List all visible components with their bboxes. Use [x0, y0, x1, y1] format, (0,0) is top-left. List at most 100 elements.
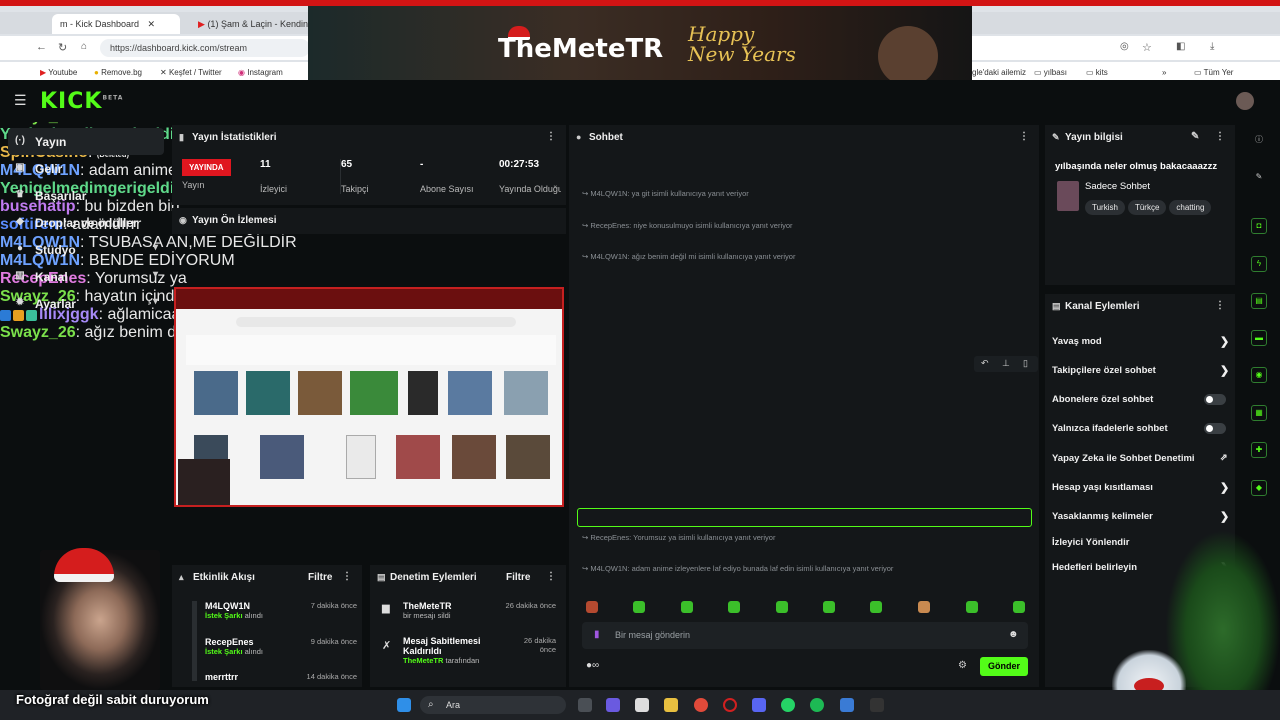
sidebar-item-kanal[interactable]: ▥ Kanal ▾	[8, 263, 164, 290]
emote-icon[interactable]	[681, 601, 693, 613]
menu-icon[interactable]: ☰	[14, 92, 27, 109]
explorer-icon[interactable]	[664, 698, 678, 712]
bots-icon[interactable]: ●∞	[586, 660, 599, 671]
url-bar[interactable]: https://dashboard.kick.com/stream	[100, 39, 310, 57]
activity-user[interactable]: RecepEnes	[205, 637, 263, 647]
bookmark-twitter[interactable]: ✕ Keşfet / Twitter	[160, 68, 222, 77]
emoji-icon[interactable]: ☻	[1008, 629, 1019, 640]
emote-icon[interactable]	[1013, 601, 1025, 613]
emote-icon[interactable]	[633, 601, 645, 613]
file-icon[interactable]	[635, 698, 649, 712]
tool-icon[interactable]: ✚	[1251, 442, 1267, 458]
bookmark-family[interactable]: gle'daki ailemiz	[972, 68, 1026, 77]
sidebar-item-droplar[interactable]: ◆ Droplar ve ödüller	[8, 209, 164, 236]
chrome-icon[interactable]	[694, 698, 708, 712]
activity-user[interactable]: M4LQW1N	[205, 601, 263, 611]
chat-input[interactable]: ▮ Bir mesaj gönderin ☻	[582, 622, 1028, 649]
whatsapp-icon[interactable]	[781, 698, 795, 712]
scrollbar[interactable]	[192, 601, 197, 681]
delete-icon[interactable]: ▯	[1023, 358, 1028, 369]
tab-youtube[interactable]: ▶ (1) Şam & Laçin - Kendine İyi	[190, 14, 310, 34]
sidebar-item-studyo[interactable]: ● Stüdyo ▾	[8, 236, 164, 263]
more-icon[interactable]: ⋮	[546, 571, 556, 582]
emote-icon[interactable]	[728, 601, 740, 613]
more-icon[interactable]: ⋮	[546, 131, 556, 142]
info-icon[interactable]: ⓘ	[1251, 133, 1267, 149]
emote-icon[interactable]	[870, 601, 882, 613]
edit-icon[interactable]: ✎	[1191, 131, 1199, 142]
collapse-icon[interactable]: ▴	[179, 572, 184, 583]
action-followers-only[interactable]: Takipçilere özel sohbet ❯	[1052, 365, 1229, 377]
action-raid[interactable]: İzleyici Yönlendir	[1052, 537, 1129, 548]
send-button[interactable]: Gönder	[980, 657, 1028, 676]
store-icon[interactable]	[840, 698, 854, 712]
tag-chip[interactable]: chatting	[1169, 200, 1212, 215]
action-slow-mode[interactable]: Yavaş mod ❯	[1052, 336, 1229, 348]
sidebar-item-yayin[interactable]: (·) Yayın	[8, 128, 164, 155]
pencil-icon[interactable]: ✎	[1251, 170, 1267, 186]
lightning-icon[interactable]: ϟ	[1251, 256, 1267, 272]
activity-user[interactable]: merrttrr	[205, 672, 238, 682]
reload-icon[interactable]: ↻	[58, 41, 67, 54]
layers-icon[interactable]: ▦	[1251, 405, 1267, 421]
tag-chip[interactable]: Türkçe	[1127, 200, 1167, 215]
subscribers-only-toggle[interactable]	[1204, 394, 1226, 405]
downloads-icon[interactable]: ⤓	[1210, 41, 1214, 52]
more-icon[interactable]: ⋮	[1215, 300, 1225, 311]
action-goals[interactable]: Hedefleri belirleyin❯	[1052, 562, 1229, 574]
bookmark-removebg[interactable]: ● Remove.bg	[94, 68, 142, 77]
filter-button[interactable]: Filtre	[506, 572, 530, 583]
kick-logo[interactable]: KICKBETA	[40, 89, 123, 114]
back-icon[interactable]: ←	[36, 41, 47, 53]
windows-start-icon[interactable]	[397, 698, 411, 712]
home-icon[interactable]: ⌂	[81, 41, 87, 52]
extensions-icon[interactable]: ◧	[1176, 41, 1185, 52]
close-icon[interactable]: ✕	[148, 19, 156, 29]
task-view-icon[interactable]	[578, 698, 592, 712]
bookmark-youtube[interactable]: ▶ Youtube	[40, 68, 77, 77]
stream-preview-video[interactable]	[174, 287, 564, 507]
eye-off-icon[interactable]: ◎	[1120, 41, 1129, 52]
gear-icon[interactable]: ⚙	[958, 660, 967, 671]
chat-bubble-icon[interactable]: ▬	[1251, 330, 1267, 346]
sidebar-item-gelir[interactable]: ▣ Gelir	[8, 155, 164, 182]
action-banned-words[interactable]: Yasaklanmış kelimeler ❯	[1052, 511, 1229, 523]
tag-chip[interactable]: Turkish	[1085, 200, 1125, 215]
emote-icon[interactable]	[823, 601, 835, 613]
drops-icon[interactable]: ◆	[1251, 480, 1267, 496]
bookmark-folder-kits[interactable]: ▭ kits	[1086, 68, 1108, 77]
bookmark-all[interactable]: ▭ Tüm Yer	[1194, 68, 1233, 77]
microphone-icon[interactable]: ▮	[594, 629, 600, 640]
opera-icon[interactable]	[723, 698, 737, 712]
spotify-icon[interactable]	[810, 698, 824, 712]
sidebar-item-ayarlar[interactable]: ✹ Ayarlar ▾	[8, 290, 164, 317]
more-icon[interactable]: ⋮	[1019, 131, 1029, 142]
action-account-age[interactable]: Hesap yaşı kısıtlaması ❯	[1052, 482, 1229, 494]
obs-icon[interactable]	[870, 698, 884, 712]
taskbar-search[interactable]: ⌕ Ara	[420, 696, 566, 714]
emote-icon[interactable]	[776, 601, 788, 613]
avatar[interactable]	[1236, 92, 1254, 110]
bookmark-instagram[interactable]: ◉ Instagram	[238, 68, 283, 77]
more-icon[interactable]: ⋮	[1215, 131, 1225, 142]
emote-only-toggle[interactable]	[1204, 423, 1226, 434]
broadcast-icon[interactable]: ◉	[1251, 367, 1267, 383]
chat-username[interactable]: Swayz_26	[0, 324, 76, 341]
camera-icon[interactable]: ◘	[1251, 218, 1267, 234]
discord-icon[interactable]	[752, 698, 766, 712]
category-name[interactable]: Sadece Sohbet	[1085, 181, 1150, 192]
more-bookmarks-icon[interactable]: »	[1162, 68, 1166, 77]
pin-icon[interactable]: ⊥	[1002, 358, 1010, 369]
document-icon[interactable]: ▤	[1251, 293, 1267, 309]
emote-icon[interactable]	[966, 601, 978, 613]
filter-button[interactable]: Filtre	[308, 572, 332, 583]
star-icon[interactable]: ☆	[1142, 41, 1152, 54]
tab-kick-dashboard[interactable]: m - Kick Dashboard ✕	[52, 14, 180, 34]
emote-icon[interactable]	[586, 601, 598, 613]
more-icon[interactable]: ⋮	[342, 571, 352, 582]
emote-icon[interactable]	[918, 601, 930, 613]
reply-icon[interactable]: ↶	[981, 358, 989, 369]
copilot-icon[interactable]	[606, 698, 620, 712]
bookmark-folder-yilbasi[interactable]: ▭ yılbası	[1034, 68, 1067, 77]
sidebar-item-basarilar[interactable]: ♛ Başarılar	[8, 182, 164, 209]
